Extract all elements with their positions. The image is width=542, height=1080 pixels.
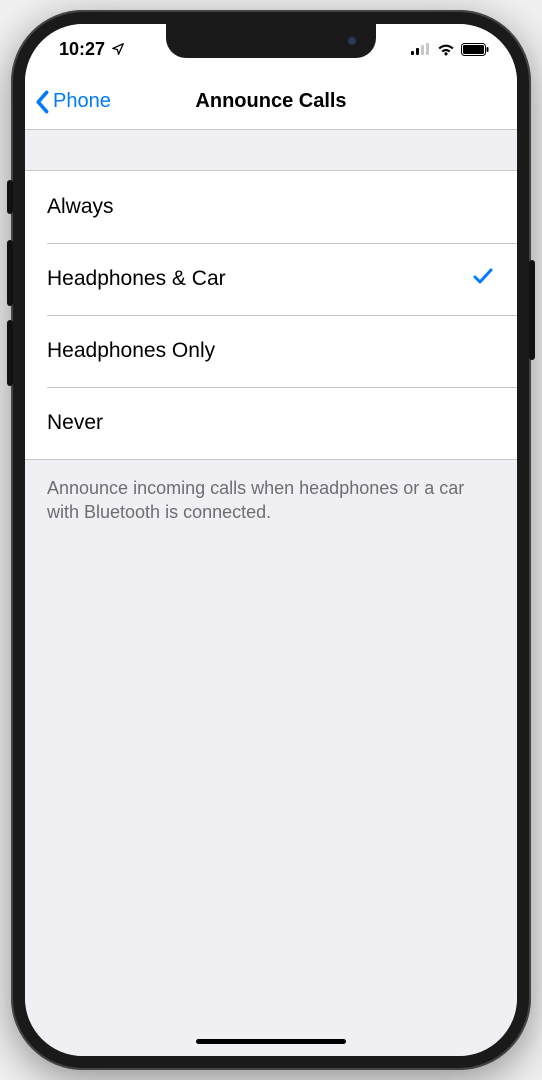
option-label: Headphones & Car [47, 267, 226, 291]
notch [166, 24, 376, 58]
option-always[interactable]: Always [25, 171, 517, 243]
chevron-left-icon [35, 90, 51, 114]
option-headphones-car[interactable]: Headphones & Car [25, 243, 517, 315]
back-label: Phone [53, 90, 111, 113]
group-header-spacer [25, 130, 517, 170]
option-label: Always [47, 195, 114, 219]
footer-description: Announce incoming calls when headphones … [25, 460, 517, 541]
back-button[interactable]: Phone [35, 90, 111, 114]
power-button [529, 260, 535, 360]
volume-down-button [7, 320, 13, 386]
screen: 10:27 [25, 24, 517, 1056]
volume-up-button [7, 240, 13, 306]
checkmark-icon [471, 264, 495, 294]
status-time: 10:27 [59, 39, 105, 60]
home-indicator[interactable] [196, 1039, 346, 1044]
option-never[interactable]: Never [25, 387, 517, 459]
location-icon [111, 42, 125, 56]
cellular-icon [411, 43, 431, 55]
option-label: Never [47, 411, 103, 435]
option-headphones-only[interactable]: Headphones Only [25, 315, 517, 387]
nav-bar: Phone Announce Calls [25, 74, 517, 130]
wifi-icon [437, 43, 455, 56]
mute-switch [7, 180, 13, 214]
phone-frame: 10:27 [11, 10, 531, 1070]
options-group: Always Headphones & Car Headphones Only … [25, 170, 517, 460]
content: Always Headphones & Car Headphones Only … [25, 130, 517, 1056]
status-left: 10:27 [59, 39, 125, 60]
status-right [411, 43, 489, 56]
battery-icon [461, 43, 489, 56]
option-label: Headphones Only [47, 339, 215, 363]
